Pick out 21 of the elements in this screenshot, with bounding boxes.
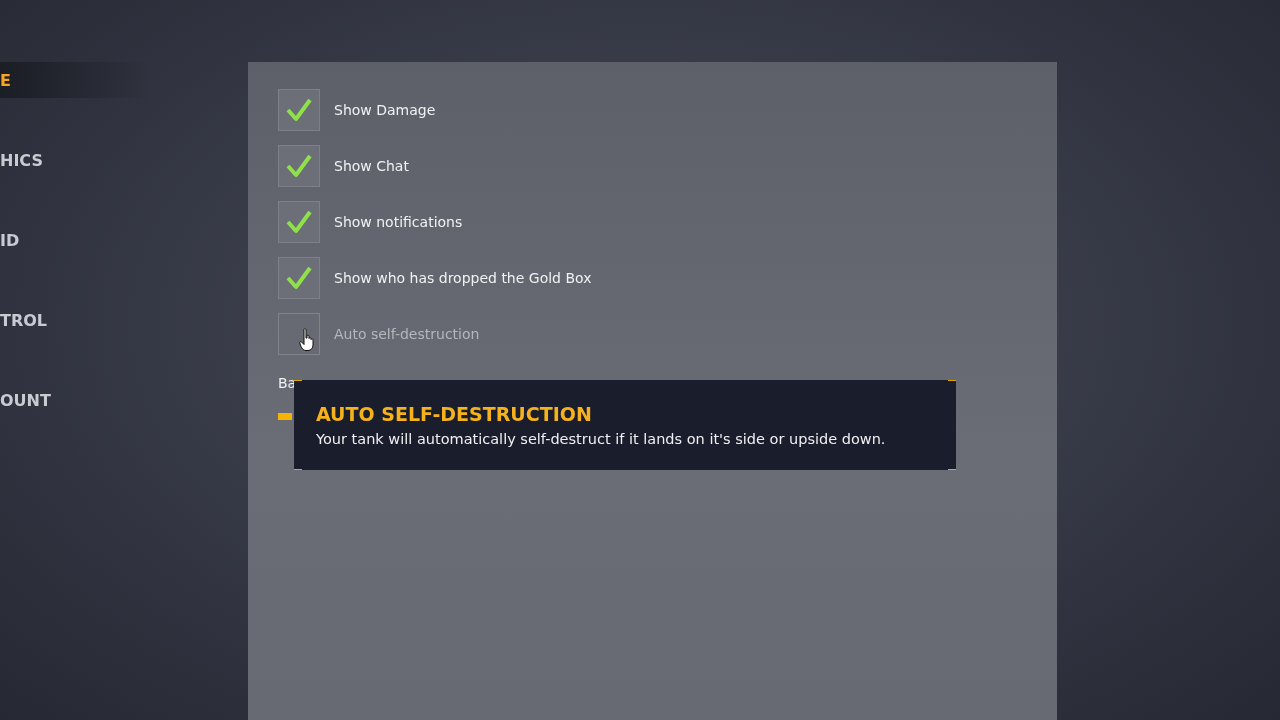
checkbox[interactable] — [278, 201, 320, 243]
tooltip-text: Your tank will automatically self-destruct if it lands on it's side or upside down. — [316, 431, 887, 447]
slider-handle[interactable] — [278, 413, 292, 420]
tooltip-title: AUTO SELF-DESTRUCTION — [316, 403, 593, 425]
checkbox-label: Show Chat — [334, 158, 409, 174]
checkmark-icon — [286, 98, 312, 122]
checkbox[interactable] — [278, 145, 320, 187]
checkbox[interactable] — [278, 257, 320, 299]
checkbox-label: Show notifications — [334, 214, 463, 230]
checkbox-label: Show Damage — [334, 102, 436, 118]
checkbox-label: Show who has dropped the Gold Box — [334, 270, 592, 286]
sidebar-tab[interactable]: TROL — [0, 302, 150, 338]
checkmark-icon — [286, 210, 312, 234]
checkmark-icon — [286, 154, 312, 178]
hand-cursor-icon — [299, 328, 315, 352]
sidebar-tab[interactable]: ID — [0, 222, 150, 258]
checkbox[interactable] — [278, 89, 320, 131]
sidebar-tab[interactable]: HICS — [0, 142, 150, 178]
checkmark-icon — [286, 266, 312, 290]
sidebar-tab[interactable]: OUNT — [0, 382, 150, 418]
checkbox-label: Auto self-destruction — [334, 326, 480, 342]
